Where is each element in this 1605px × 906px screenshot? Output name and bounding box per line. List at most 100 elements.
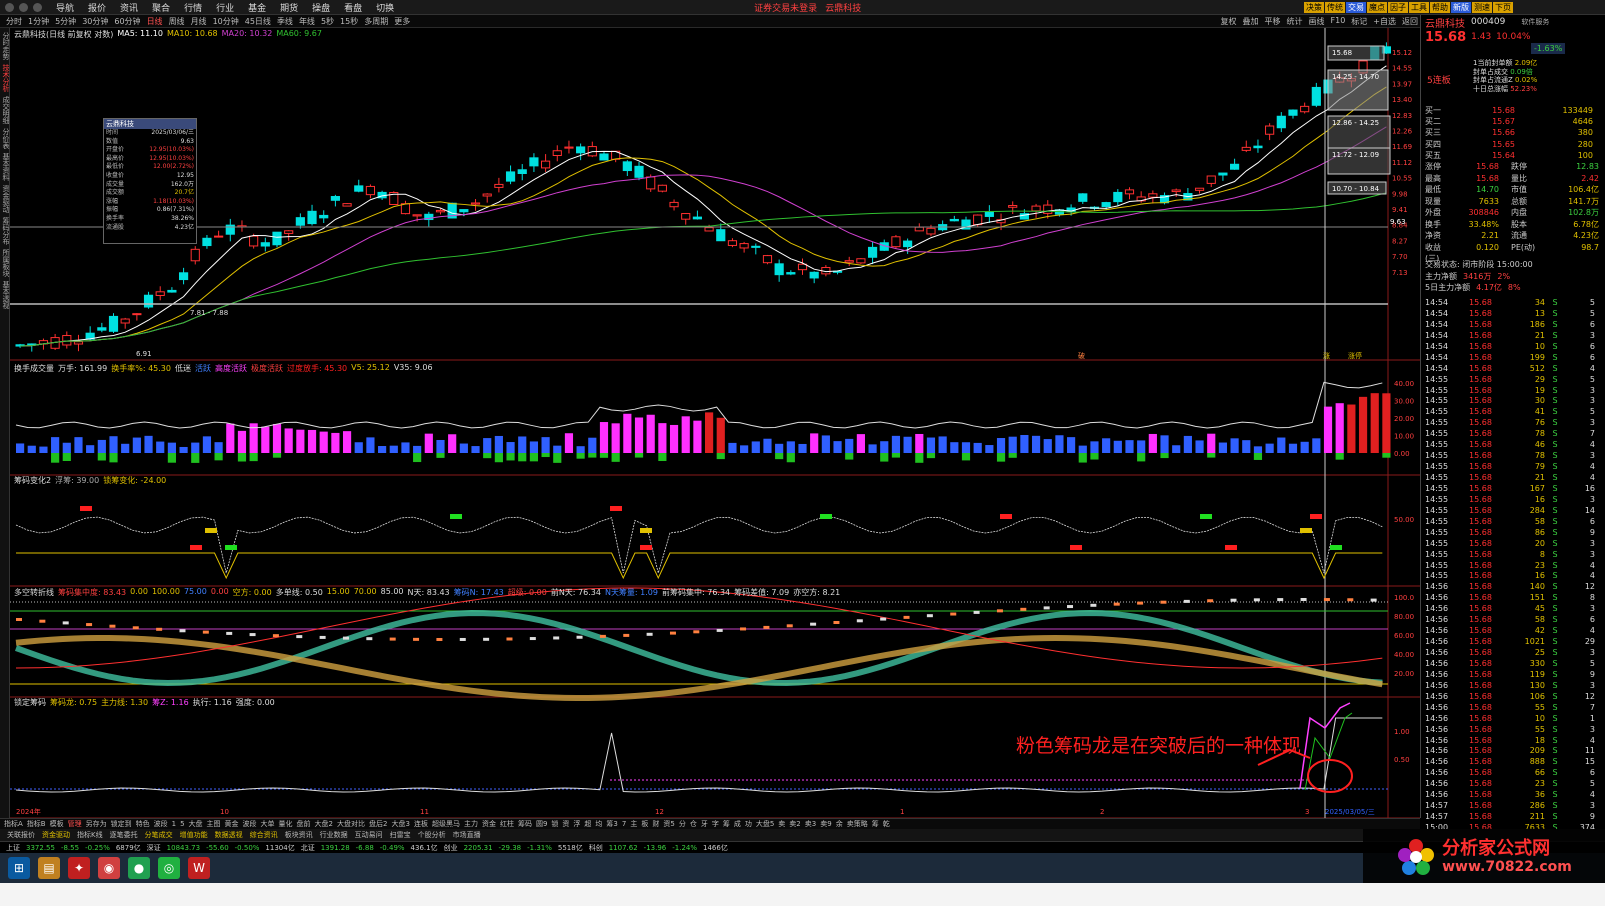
indicator-tab[interactable]: 资金 — [482, 819, 496, 829]
folder-icon[interactable]: ▤ — [38, 857, 60, 879]
indicator-tab[interactable]: 超 — [584, 819, 591, 829]
period-tab[interactable]: 5秒 — [321, 16, 334, 27]
indicator-tab[interactable]: 盘后2 — [369, 819, 387, 829]
left-tab[interactable]: 技术分析 — [0, 64, 10, 92]
indicator-tab[interactable]: 卖策略 — [847, 819, 868, 829]
left-tab[interactable]: 基本透视 — [0, 281, 10, 309]
period-tab[interactable]: 日线 — [147, 16, 163, 27]
indicator-tab[interactable]: 1 — [172, 820, 176, 828]
window-control-icon[interactable] — [5, 2, 14, 12]
indicator-tab[interactable]: 卖9 — [820, 819, 831, 829]
indicator-tab[interactable]: 圆9 — [536, 819, 547, 829]
indicator-tab[interactable]: 大盘 — [189, 819, 203, 829]
indicator-tab[interactable]: 乾 — [883, 819, 890, 829]
indicator-tab[interactable]: 波段 — [243, 819, 257, 829]
indicator-tab[interactable]: 浮 — [573, 819, 580, 829]
indicator-tab[interactable]: 资 — [562, 819, 569, 829]
period-tab[interactable]: 5分钟 — [55, 16, 76, 27]
function-tab[interactable]: 指标K线 — [77, 830, 103, 840]
top-button[interactable]: 传统 — [1325, 2, 1345, 13]
indicator-tab[interactable]: 仓 — [690, 819, 697, 829]
period-tab[interactable]: 1分钟 — [28, 16, 49, 27]
top-button[interactable]: 工具 — [1409, 2, 1429, 13]
window-control-icon[interactable] — [33, 2, 42, 12]
top-button[interactable]: 决策 — [1304, 2, 1324, 13]
top-button[interactable]: 测速 — [1472, 2, 1492, 13]
indicator-tab[interactable]: 5 — [180, 820, 184, 828]
left-tab[interactable]: 筹码分布 — [0, 217, 10, 245]
menu-item[interactable]: 切换 — [376, 1, 394, 14]
toolbar-button[interactable]: 叠加 — [1243, 16, 1259, 27]
indicator-tab[interactable]: 超级黑马 — [432, 819, 460, 829]
indicator-tab[interactable]: 财 — [652, 819, 659, 829]
menu-item[interactable]: 导航 — [56, 1, 74, 14]
left-tab[interactable]: 基本资料 — [0, 153, 10, 181]
left-tab[interactable]: 成交明细 — [0, 96, 10, 124]
period-tab[interactable]: 月线 — [191, 16, 207, 27]
left-tab[interactable]: 分价表 — [0, 128, 10, 149]
indicator-tab[interactable]: 红柱 — [500, 819, 514, 829]
toolbar-button[interactable]: 复权 — [1221, 16, 1237, 27]
menu-item[interactable]: 行业 — [216, 1, 234, 14]
windows-start-icon[interactable]: ⊞ — [8, 857, 30, 879]
indicator-tab[interactable]: 盘前 — [297, 819, 311, 829]
menu-item[interactable]: 聚合 — [152, 1, 170, 14]
indicator-tab[interactable]: 连板 — [414, 819, 428, 829]
indicator-tab[interactable]: 筹 — [723, 819, 730, 829]
indicator-tab[interactable]: 7 — [622, 820, 626, 828]
function-tab[interactable]: 行业数据 — [320, 830, 348, 840]
indicator-tab[interactable]: 大单 — [261, 819, 275, 829]
period-tab[interactable]: 分时 — [6, 16, 22, 27]
toolbar-button[interactable]: 统计 — [1287, 16, 1303, 27]
indicator-tab[interactable]: 大盘5 — [756, 819, 774, 829]
indicator-tab[interactable]: 模板 — [50, 819, 64, 829]
indicator-tab[interactable]: 管理 — [68, 819, 82, 829]
function-tab[interactable]: 数据透视 — [215, 830, 243, 840]
menu-item[interactable]: 报价 — [88, 1, 106, 14]
indicator-tab[interactable]: 大盘对比 — [337, 819, 365, 829]
app-icon[interactable]: ◉ — [98, 857, 120, 879]
indicator-tab[interactable]: 锁定到 — [111, 819, 132, 829]
period-tab[interactable]: 15秒 — [340, 16, 358, 27]
function-tab[interactable]: 综合资讯 — [250, 830, 278, 840]
function-tab[interactable]: 关联报价 — [7, 830, 35, 840]
top-button[interactable]: 新版 — [1451, 2, 1471, 13]
function-tab[interactable]: 板块资讯 — [285, 830, 313, 840]
period-tab[interactable]: 年线 — [299, 16, 315, 27]
indicator-tab[interactable]: 波段 — [154, 819, 168, 829]
toolbar-button[interactable]: 返回 — [1402, 16, 1418, 27]
indicator-tab[interactable]: 特色 — [136, 819, 150, 829]
left-tab[interactable]: 分时走势 — [0, 32, 10, 60]
function-tab[interactable]: 增值功能 — [180, 830, 208, 840]
indicator-tab[interactable]: 指标A — [4, 819, 23, 829]
indicator-tab[interactable]: 筹 — [872, 819, 879, 829]
indicator-tab[interactable]: 大盘2 — [315, 819, 333, 829]
menu-item[interactable]: 期货 — [280, 1, 298, 14]
indicator-tab[interactable]: 牙 — [701, 819, 708, 829]
indicator-tab[interactable]: 主力 — [464, 819, 478, 829]
function-tab[interactable]: 市场直播 — [453, 830, 481, 840]
toolbar-button[interactable]: +自选 — [1373, 16, 1396, 27]
top-button[interactable]: 魔点 — [1367, 2, 1387, 13]
toolbar-button[interactable]: 标记 — [1351, 16, 1367, 27]
top-button[interactable]: 帮助 — [1430, 2, 1450, 13]
left-tab[interactable]: 资金驱动 — [0, 185, 10, 213]
app-icon[interactable]: ● — [128, 857, 150, 879]
period-tab[interactable]: 更多 — [394, 16, 410, 27]
indicator-tab[interactable]: 大盘3 — [391, 819, 409, 829]
wechat-icon[interactable]: ◎ — [158, 857, 180, 879]
indicator-tab[interactable]: 量化 — [279, 819, 293, 829]
tick-list[interactable]: 14:54 15.68 34 S 5 14:54 15.68 13 S 5 14:54 15.68 18… — [1425, 298, 1603, 834]
indicator-tab[interactable]: 主 — [630, 819, 637, 829]
function-tab[interactable]: 个股分析 — [418, 830, 446, 840]
toolbar-button[interactable]: 画线 — [1309, 16, 1325, 27]
menu-item[interactable]: 资讯 — [120, 1, 138, 14]
indicator-tab[interactable]: 另存为 — [86, 819, 107, 829]
function-tab[interactable]: 逐笔委托 — [110, 830, 138, 840]
wps-icon[interactable]: W — [188, 857, 210, 879]
indicator-tab[interactable]: 成 — [734, 819, 741, 829]
function-tab[interactable]: 互动易问 — [355, 830, 383, 840]
indicator-tab[interactable]: 均 — [595, 819, 602, 829]
menu-item[interactable]: 行情 — [184, 1, 202, 14]
left-tab[interactable]: 所属板块 — [0, 249, 10, 277]
